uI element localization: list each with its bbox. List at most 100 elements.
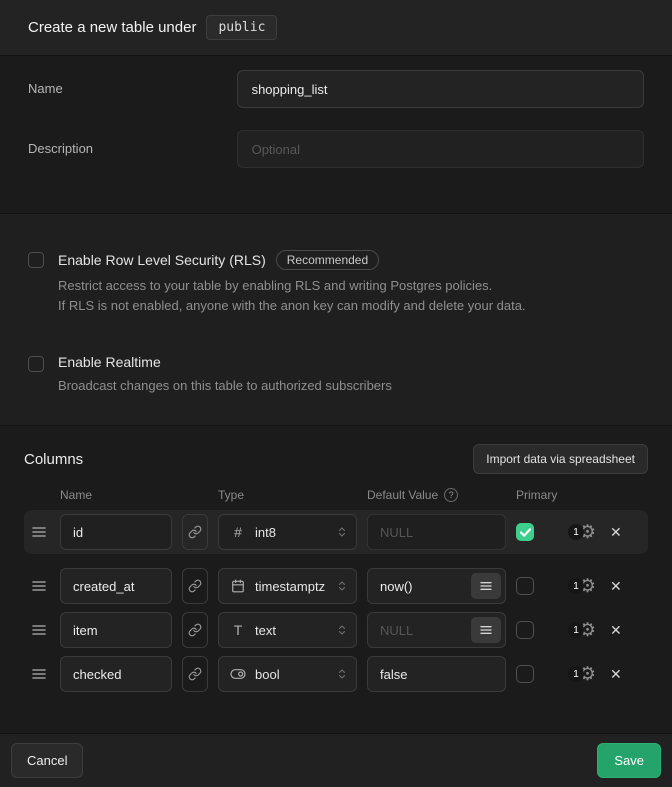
link-icon [188, 667, 202, 681]
remove-column-button[interactable]: ✕ [608, 523, 624, 541]
import-spreadsheet-button[interactable]: Import data via spreadsheet [473, 444, 648, 474]
table-options-section: Enable Row Level Security (RLS) Recommen… [0, 213, 672, 425]
column-row-checked: bool 1 ⚙ ✕ [24, 656, 648, 692]
rls-toggle-block: Enable Row Level Security (RLS) Recommen… [28, 250, 644, 316]
header-primary: Primary [516, 488, 558, 502]
list-icon [480, 625, 492, 635]
column-name-input[interactable] [60, 568, 172, 604]
toggle-icon [230, 668, 246, 680]
drag-handle-icon[interactable] [32, 526, 50, 538]
settings-count-badge: 1 [568, 524, 584, 540]
column-type-value: bool [255, 667, 327, 682]
row-actions: 1 ⚙ ✕ [568, 665, 640, 684]
row-actions: 1 ⚙ ✕ [568, 621, 640, 640]
foreign-key-button[interactable] [182, 612, 208, 648]
chevrons-updown-icon [336, 579, 348, 593]
default-value-picker-button[interactable] [471, 573, 501, 599]
column-name-input[interactable] [60, 612, 172, 648]
save-button[interactable]: Save [597, 743, 661, 778]
column-settings-button[interactable]: 1 ⚙ [568, 577, 596, 596]
realtime-copy: Enable Realtime Broadcast changes on thi… [58, 354, 644, 396]
check-icon [520, 528, 531, 537]
settings-count-badge: 1 [568, 578, 584, 594]
hash-icon: # [230, 524, 246, 540]
chevrons-updown-icon [336, 623, 348, 637]
foreign-key-button[interactable] [182, 514, 208, 550]
foreign-key-button[interactable] [182, 568, 208, 604]
column-type-select[interactable]: T text [218, 612, 357, 648]
remove-column-button[interactable]: ✕ [608, 577, 624, 595]
cancel-button[interactable]: Cancel [11, 743, 83, 778]
chevrons-updown-icon [336, 525, 348, 539]
text-icon: T [230, 622, 246, 638]
header-type: Type [218, 488, 357, 502]
column-type-value: timestamptz [255, 579, 327, 594]
column-settings-button[interactable]: 1 ⚙ [568, 621, 596, 640]
link-icon [188, 525, 202, 539]
table-details-section: Name Description [0, 55, 672, 213]
columns-section: Columns Import data via spreadsheet Name… [0, 425, 672, 733]
description-label: Description [28, 130, 237, 156]
header-default-value: Default Value [367, 488, 438, 502]
realtime-toggle-block: Enable Realtime Broadcast changes on thi… [28, 354, 644, 396]
drag-handle-icon[interactable] [32, 624, 50, 636]
description-row: Description [28, 130, 644, 168]
create-table-dialog: Create a new table under public Name Des… [0, 0, 672, 787]
primary-checkbox[interactable] [516, 523, 534, 541]
list-icon [480, 581, 492, 591]
drag-handle-icon[interactable] [32, 580, 50, 592]
default-value-input[interactable] [368, 657, 505, 691]
rls-label: Enable Row Level Security (RLS) [58, 252, 266, 268]
default-value-field [367, 514, 506, 550]
table-description-input[interactable] [237, 130, 644, 168]
primary-checkbox[interactable] [516, 665, 534, 683]
realtime-checkbox[interactable] [28, 356, 44, 372]
default-value-picker-button[interactable] [471, 617, 501, 643]
settings-count-badge: 1 [568, 666, 584, 682]
dialog-title: Create a new table under [28, 19, 196, 36]
calendar-icon [230, 579, 246, 593]
schema-badge: public [206, 15, 277, 40]
primary-checkbox[interactable] [516, 621, 534, 639]
recommended-badge: Recommended [276, 250, 379, 270]
settings-count-badge: 1 [568, 622, 584, 638]
chevrons-updown-icon [336, 667, 348, 681]
realtime-label: Enable Realtime [58, 354, 161, 370]
drag-handle-icon[interactable] [32, 668, 50, 680]
rls-description-line2: If RLS is not enabled, anyone with the a… [58, 296, 644, 316]
column-row-created-at: timestamptz 1 ⚙ ✕ [24, 568, 648, 604]
table-name-input[interactable] [237, 70, 644, 108]
realtime-description: Broadcast changes on this table to autho… [58, 376, 644, 396]
link-icon [188, 623, 202, 637]
column-type-select[interactable]: bool [218, 656, 357, 692]
column-row-id: # int8 1 ⚙ ✕ [24, 510, 648, 554]
columns-header-row: Name Type Default Value ? Primary [24, 488, 648, 502]
column-name-input[interactable] [60, 656, 172, 692]
column-settings-button[interactable]: 1 ⚙ [568, 523, 596, 542]
dialog-footer: Cancel Save [0, 733, 672, 787]
columns-title: Columns [24, 451, 83, 468]
rls-description-line1: Restrict access to your table by enablin… [58, 276, 644, 296]
column-name-input[interactable] [60, 514, 172, 550]
column-settings-button[interactable]: 1 ⚙ [568, 665, 596, 684]
column-type-value: int8 [255, 525, 327, 540]
column-row-item: T text 1 ⚙ ✕ [24, 612, 648, 648]
default-value-input [368, 515, 505, 549]
primary-checkbox[interactable] [516, 577, 534, 595]
column-type-value: text [255, 623, 327, 638]
default-value-field [367, 568, 506, 604]
link-icon [188, 579, 202, 593]
remove-column-button[interactable]: ✕ [608, 665, 624, 683]
help-icon[interactable]: ? [444, 488, 458, 502]
name-row: Name [28, 70, 644, 108]
row-actions: 1 ⚙ ✕ [568, 523, 640, 542]
header-name: Name [60, 488, 172, 502]
column-type-select[interactable]: timestamptz [218, 568, 357, 604]
remove-column-button[interactable]: ✕ [608, 621, 624, 639]
column-type-select[interactable]: # int8 [218, 514, 357, 550]
dialog-header: Create a new table under public [0, 0, 672, 55]
default-value-field [367, 656, 506, 692]
foreign-key-button[interactable] [182, 656, 208, 692]
rls-checkbox[interactable] [28, 252, 44, 268]
row-actions: 1 ⚙ ✕ [568, 577, 640, 596]
